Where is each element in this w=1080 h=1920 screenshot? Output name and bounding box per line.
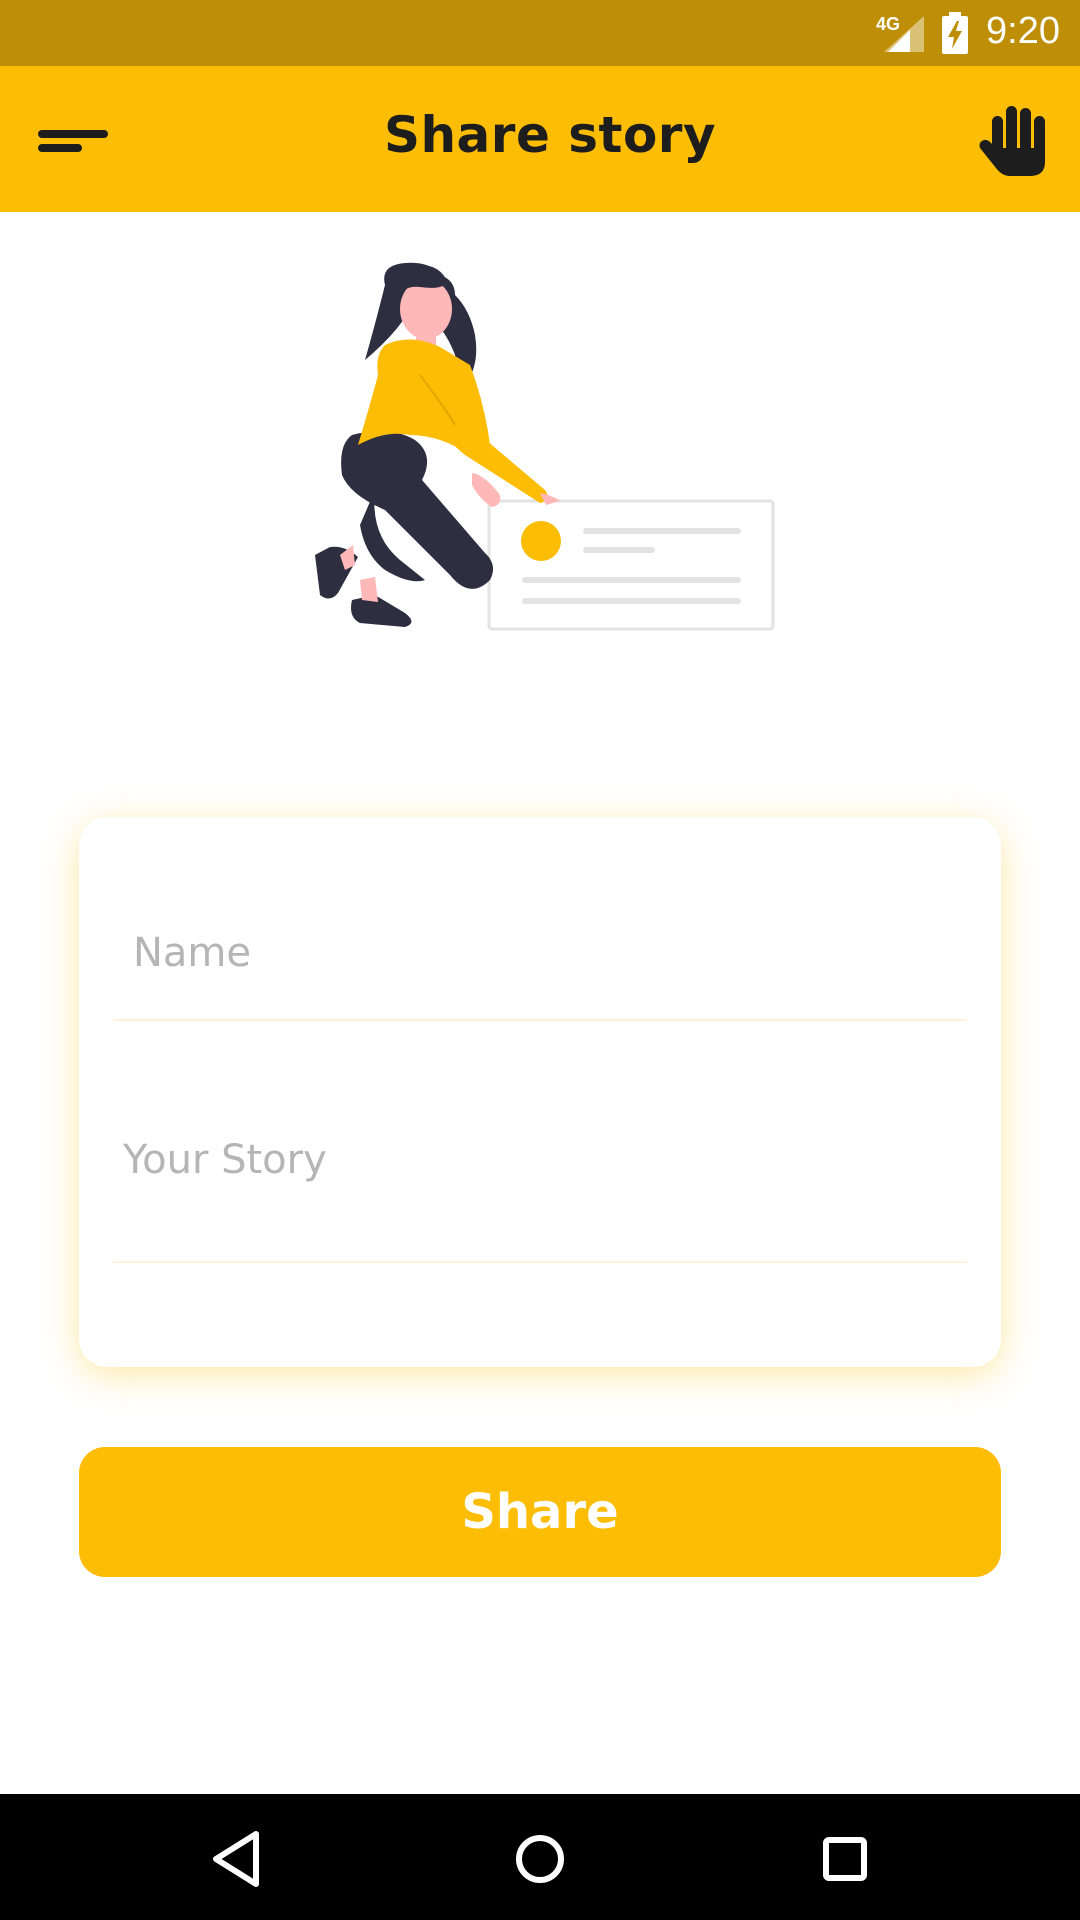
name-input[interactable] [113,887,967,1019]
nav-back-button[interactable] [202,1824,272,1894]
nav-home-button[interactable] [505,1824,575,1894]
story-field-container [113,1117,967,1263]
signal-icon [884,16,924,52]
back-icon [213,1831,259,1887]
share-button[interactable]: Share [79,1447,1001,1577]
clock: 9:20 [986,10,1060,52]
system-nav-bar [0,1794,1080,1920]
hand-button[interactable] [978,102,1058,182]
hero-illustration [290,255,790,635]
battery-charging-icon [942,12,968,54]
page-title: Share story [383,106,717,164]
hand-icon [979,106,1045,176]
story-form-card [79,817,1001,1367]
home-icon [516,1835,564,1883]
woman-with-card-illustration [315,262,775,631]
app-bar: Share story [0,66,1080,212]
nav-recents-button[interactable] [810,1824,880,1894]
recents-icon [823,1837,867,1881]
status-bar: 4G 9:20 [0,0,1080,66]
story-input[interactable] [113,1117,967,1261]
name-field-container [113,887,967,1021]
